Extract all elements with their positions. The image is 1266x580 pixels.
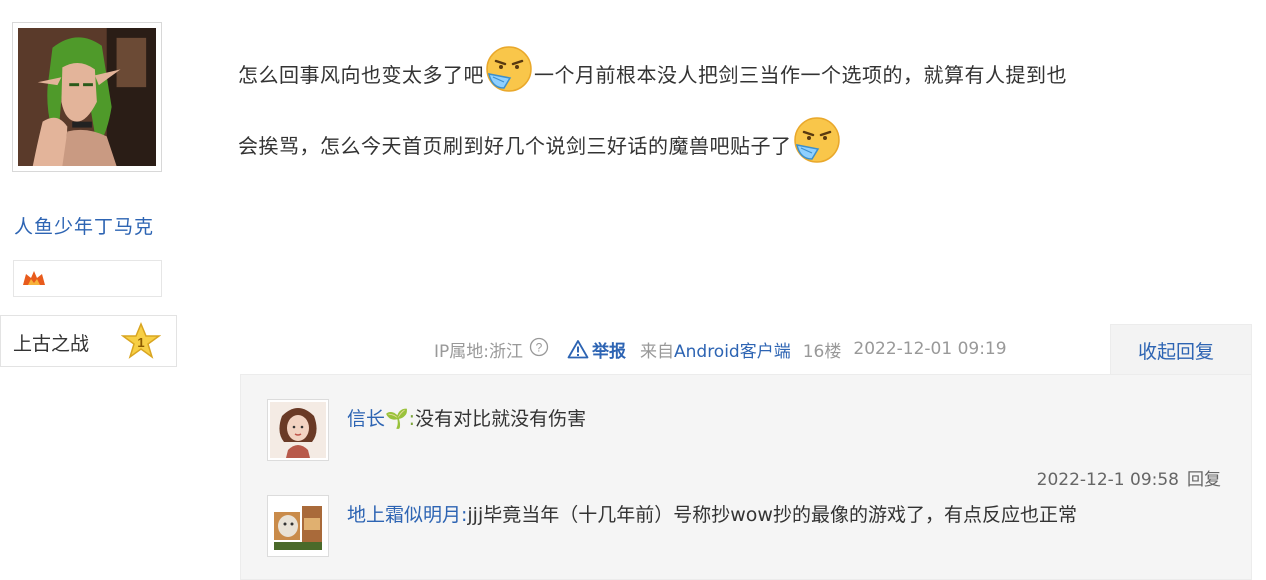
report-label: 举报 [592,341,626,362]
reply-content: 信长🌱:没有对比就没有伤害 [347,403,1227,436]
post-text-segment: 怎么回事风向也变太多了吧 [238,63,484,87]
source-prefix: 来自 [640,341,674,362]
reply-avatar[interactable] [267,399,329,461]
post-text-segment: 会挨骂，怎么今天首页刷到好几个说剑三好话的魔兽吧贴子了 [238,134,792,158]
level-star-icon: 1 [121,322,161,359]
post-source: 来自Android客户端 [640,337,791,362]
help-icon[interactable]: ? [529,337,549,362]
post-content: 怎么回事风向也变太多了吧 一个月前根本没人把剑三当作一个选项的，就算有人提到也 … [238,44,1238,186]
game-badge-icon[interactable] [21,269,47,289]
reply-item: 地上霜似明月:jjj毕竟当年（十几年前）号称抄wow抄的最像的游戏了，有点反应也… [267,495,1237,575]
report-link[interactable]: 举报 [567,337,626,362]
reply-content: 地上霜似明月:jjj毕竟当年（十几年前）号称抄wow抄的最像的游戏了，有点反应也… [347,499,1227,532]
reply-text: 没有对比就没有伤害 [415,408,587,430]
ip-location: IP属地:浙江 [434,341,523,362]
post-line-1: 怎么回事风向也变太多了吧 一个月前根本没人把剑三当作一个选项的，就算有人提到也 [238,44,1238,115]
author-panel: 人鱼少年丁马克 上古之战 1 [0,0,180,580]
reply-button[interactable]: 回复 [1187,470,1221,490]
post-timestamp: 2022-12-01 09:19 [853,339,1007,359]
author-username[interactable]: 人鱼少年丁马克 [14,212,154,239]
post-line-2: 会挨骂，怎么今天首页刷到好几个说剑三好话的魔兽吧贴子了 [238,115,1238,186]
sprout-suffix: 🌱: [385,408,416,430]
level-number: 1 [137,335,144,350]
author-badge-box [13,260,162,297]
sick-mask-emoji-icon [484,44,534,115]
collapse-replies-tab[interactable]: 收起回复 [1110,324,1252,374]
warning-icon [567,340,589,359]
post-text-segment: 一个月前根本没人把剑三当作一个选项的，就算有人提到也 [534,63,1067,87]
reply-username[interactable]: 地上霜似明月: [347,504,467,526]
reply-avatar[interactable] [267,495,329,557]
post-meta-row: IP属地:浙江 ? 举报 来自Android客户端 16楼 2022-12-01… [434,335,1007,363]
guild-badge[interactable]: 上古之战 1 [0,315,177,367]
avatar-image [18,28,156,166]
reply-item: 信长🌱:没有对比就没有伤害 2022-12-1 09:58 回复 [267,399,1237,490]
floor-number: 16楼 [802,341,842,362]
guild-name: 上古之战 [13,333,90,355]
reply-text: jjj毕竟当年（十几年前）号称抄wow抄的最像的游戏了，有点反应也正常 [467,504,1077,526]
reply-meta: 2022-12-1 09:58 回复 [1037,465,1221,490]
svg-text:?: ? [536,340,543,354]
reply-username[interactable]: 信长 [347,408,385,430]
collapse-replies-label: 收起回复 [1138,341,1215,363]
reply-time: 2022-12-1 09:58 [1036,470,1179,490]
author-avatar[interactable] [12,22,162,172]
sick-mask-emoji-icon [792,115,842,186]
android-client-link[interactable]: Android客户端 [674,342,791,362]
reply-list: 信长🌱:没有对比就没有伤害 2022-12-1 09:58 回复 地上霜似明月:j… [240,374,1252,580]
